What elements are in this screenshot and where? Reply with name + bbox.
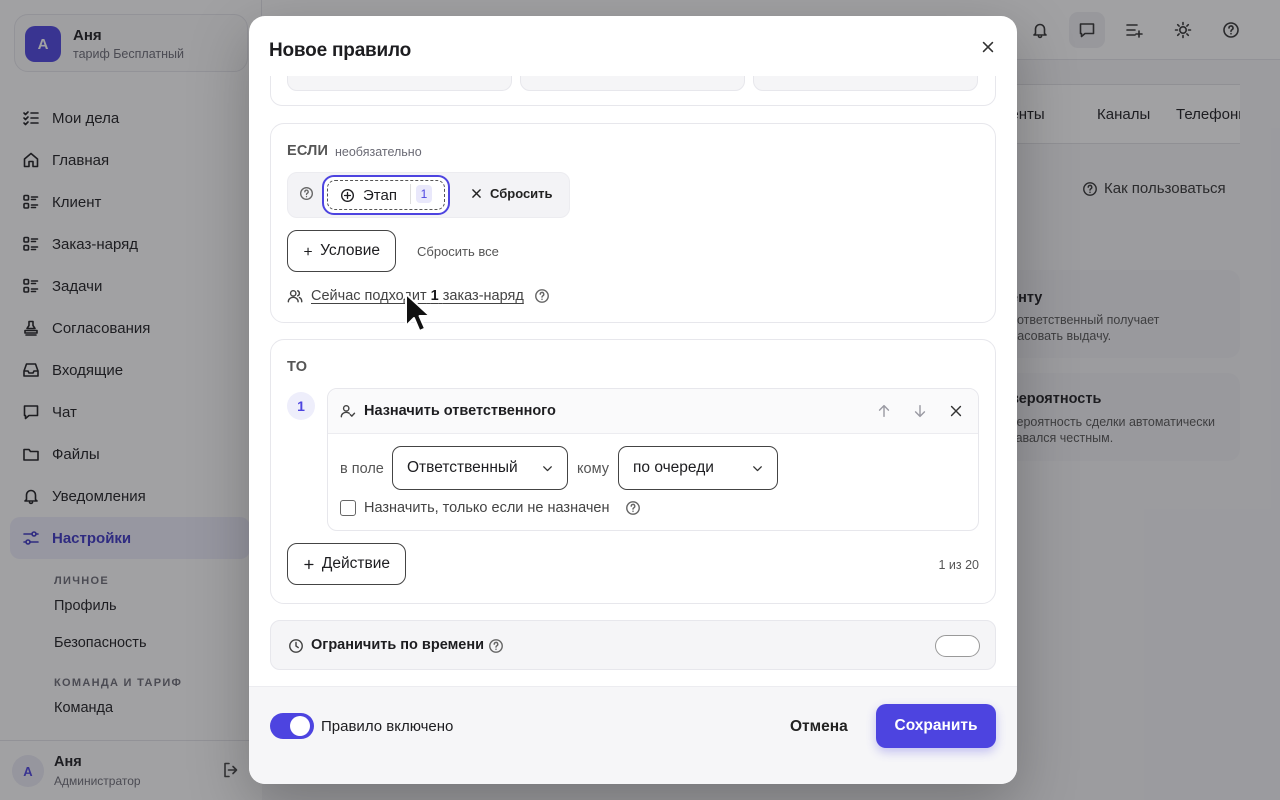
new-rule-dialog: Новое правило ЕСЛИ необязательно Этап 1 … — [249, 16, 1017, 784]
assignee-mode-value: по очереди — [633, 459, 714, 476]
action-counter: 1 из 20 — [938, 558, 979, 572]
close-icon — [472, 189, 481, 198]
reset-all-button[interactable]: Сбросить все — [417, 244, 499, 259]
time-limit-label: Ограничить по времени — [311, 637, 485, 653]
field[interactable] — [520, 76, 745, 91]
toggle-knob — [290, 716, 310, 736]
users-icon — [287, 289, 303, 303]
save-button[interactable]: Сохранить — [876, 704, 996, 748]
chevron-down-icon — [543, 466, 552, 472]
add-condition-label: Условие — [320, 242, 380, 259]
if-label: ЕСЛИ — [287, 143, 329, 159]
help-icon[interactable] — [488, 638, 504, 654]
plus-icon — [304, 247, 312, 255]
chevron-down-icon — [753, 466, 762, 472]
mouse-cursor-icon — [405, 293, 431, 332]
reset-condition-label: Сбросить — [490, 186, 553, 201]
field-select-value: Ответственный — [407, 459, 518, 476]
action-card-header: Назначить ответственного — [328, 389, 978, 434]
action-card: Назначить ответственного в поле Ответств… — [327, 388, 979, 531]
time-limit-row: Ограничить по времени — [270, 620, 996, 670]
help-icon[interactable] — [625, 500, 641, 516]
plus-circle-icon — [341, 188, 354, 202]
if-section: ЕСЛИ необязательно Этап 1 Сбросить Услов… — [270, 123, 996, 323]
chip-divider — [410, 184, 411, 204]
assignee-label: кому — [577, 461, 609, 477]
match-suffix: заказ-наряд — [442, 288, 524, 304]
field[interactable] — [287, 76, 512, 91]
then-label: ТО — [287, 359, 308, 375]
add-action-label: Действие — [321, 555, 390, 572]
action-step-number: 1 — [287, 392, 315, 420]
condition-row: Этап 1 Сбросить — [287, 172, 570, 218]
then-section: ТО 1 Назначить ответственного в поле Отв… — [270, 339, 996, 604]
cancel-button[interactable]: Отмена — [790, 718, 848, 736]
dialog-title: Новое правило — [269, 40, 412, 61]
reset-condition-button[interactable]: Сбросить — [470, 186, 553, 201]
only-if-unassigned-checkbox[interactable] — [340, 500, 356, 516]
arrow-down-icon[interactable] — [912, 403, 928, 419]
field-select[interactable]: Ответственный — [392, 446, 568, 490]
action-title: Назначить ответственного — [364, 403, 556, 419]
time-limit-toggle[interactable] — [935, 635, 980, 657]
optional-note: необязательно — [335, 145, 422, 159]
field[interactable] — [753, 76, 978, 91]
stage-filter-chip[interactable]: Этап 1 — [322, 175, 450, 215]
user-assign-icon — [340, 404, 356, 418]
remove-action-icon[interactable] — [948, 403, 964, 419]
previous-section — [270, 76, 996, 106]
rule-enabled-label: Правило включено — [321, 718, 454, 735]
rule-enabled-toggle[interactable] — [270, 713, 314, 739]
assignee-mode-select[interactable]: по очереди — [618, 446, 778, 490]
add-condition-button[interactable]: Условие — [287, 230, 396, 272]
close-icon[interactable] — [977, 36, 999, 58]
dialog-footer: Правило включено Отмена Сохранить — [249, 686, 1017, 784]
arrow-up-icon[interactable] — [876, 403, 892, 419]
only-if-unassigned-label[interactable]: Назначить, только если не назначен — [364, 500, 609, 516]
add-action-button[interactable]: Действие — [287, 543, 406, 585]
clock-icon — [289, 639, 303, 653]
field-label: в поле — [340, 461, 384, 477]
stage-count-badge: 1 — [416, 185, 432, 203]
dialog-body[interactable]: ЕСЛИ необязательно Этап 1 Сбросить Услов… — [249, 76, 1017, 686]
help-icon[interactable] — [534, 288, 550, 304]
help-icon[interactable] — [299, 186, 314, 201]
stage-chip-label: Этап — [363, 186, 397, 204]
plus-icon — [304, 559, 314, 569]
